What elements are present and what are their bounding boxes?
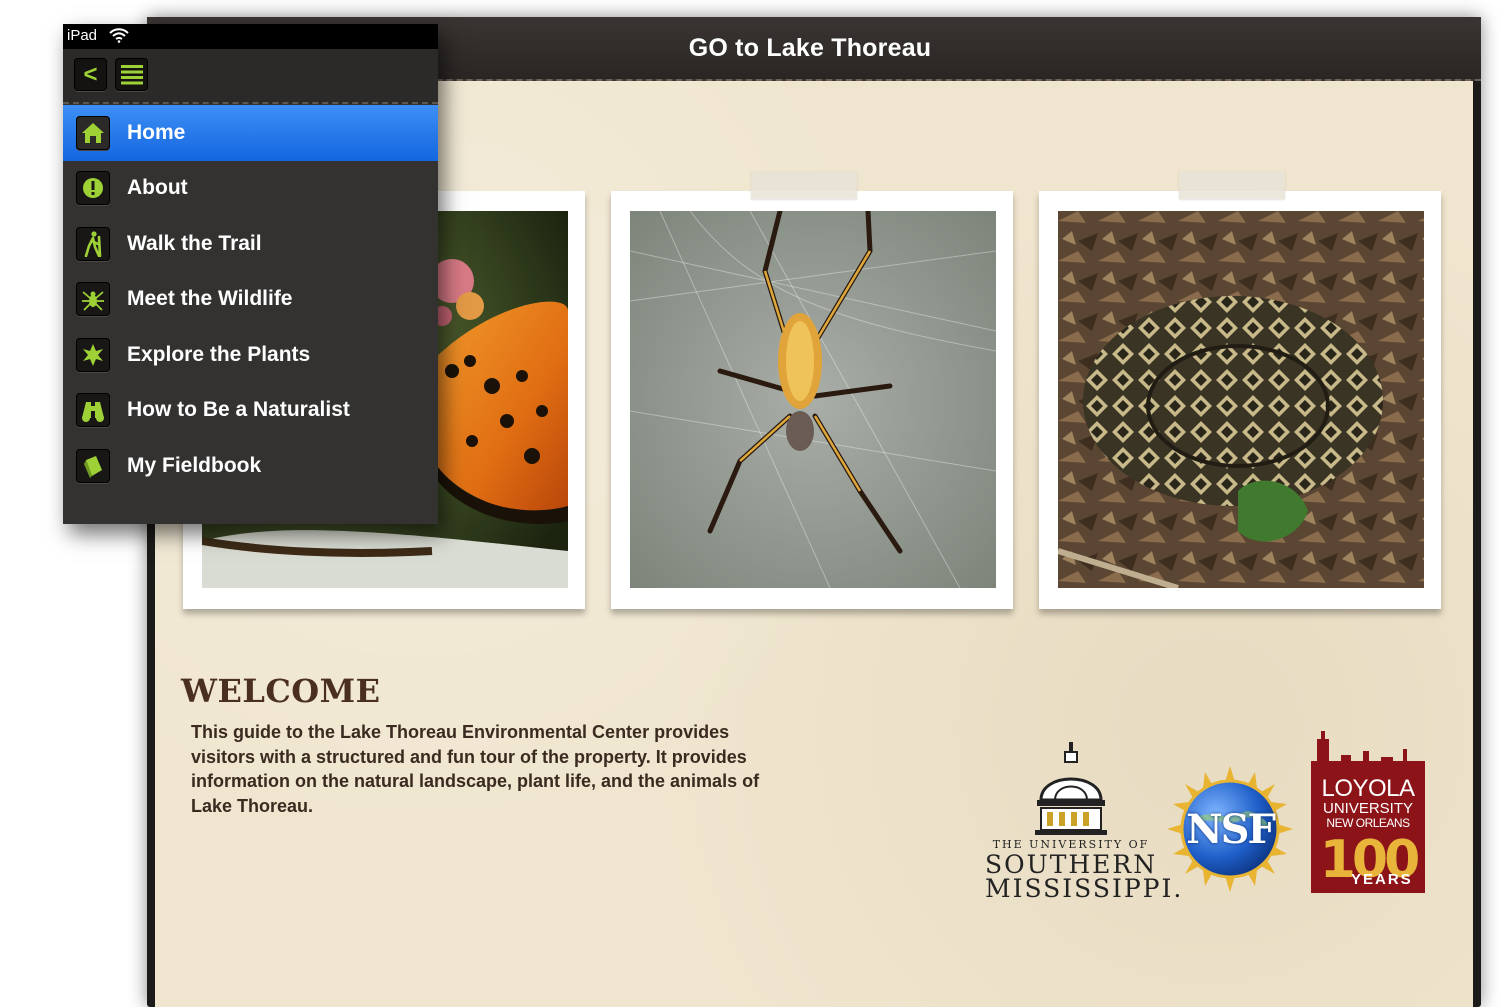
menu-item-explore-the-plants[interactable]: Explore the Plants xyxy=(63,327,438,383)
nsf-logo: NSF xyxy=(1167,766,1293,892)
menu-toggle-button[interactable] xyxy=(115,58,148,91)
book-icon xyxy=(76,448,110,483)
loyola-logo-line3: NEW ORLEANS xyxy=(1326,816,1410,830)
spider-icon xyxy=(76,282,110,317)
list-icon xyxy=(120,64,143,84)
menu-item-label: Meet the Wildlife xyxy=(127,287,293,311)
menu-item-label: About xyxy=(127,176,188,200)
photo-card-rattlesnake[interactable] xyxy=(1039,171,1441,609)
menu-item-meet-the-wildlife[interactable]: Meet the Wildlife xyxy=(63,272,438,328)
binoculars-icon xyxy=(76,393,110,428)
welcome-description: This guide to the Lake Thoreau Environme… xyxy=(191,722,760,816)
skyline-icon xyxy=(1311,731,1425,777)
loyola-logo-line1: LOYOLA xyxy=(1321,775,1415,802)
usm-logo-line3: MISSISSIPPI. xyxy=(985,874,1184,903)
wifi-icon xyxy=(109,28,129,43)
menu-item-label: Home xyxy=(127,120,186,144)
home-icon xyxy=(76,115,110,150)
menu-item-my-fieldbook[interactable]: My Fieldbook xyxy=(63,438,438,494)
menu-item-label: Walk the Trail xyxy=(127,231,262,255)
leaf-icon xyxy=(76,337,110,372)
menu-item-how-to-be-a-naturalist[interactable]: How to Be a Naturalist xyxy=(63,383,438,439)
tape-decoration xyxy=(751,171,857,199)
menu-toolbar: < xyxy=(63,49,438,104)
menu-item-label: Explore the Plants xyxy=(127,342,311,366)
hiker-icon xyxy=(76,226,110,261)
back-chevron-icon: < xyxy=(83,60,98,88)
loyola-logo-years: YEARS xyxy=(1351,871,1413,888)
side-menu: iPad < Home About Walk the Trail Meet th… xyxy=(63,24,438,524)
usm-logo: THE UNIVERSITY OF SOUTHERN MISSISSIPPI. xyxy=(985,742,1184,903)
rattlesnake-photo xyxy=(1058,211,1424,588)
tape-decoration xyxy=(1179,171,1285,199)
nsf-logo-text: NSF xyxy=(1186,806,1276,853)
menu-item-walk-the-trail[interactable]: Walk the Trail xyxy=(63,216,438,272)
status-bar: iPad xyxy=(63,24,438,49)
back-button[interactable]: < xyxy=(74,58,107,91)
spider-photo xyxy=(630,211,996,588)
loyola-logo-line2: UNIVERSITY xyxy=(1322,800,1413,817)
photo-card-spider[interactable] xyxy=(611,171,1013,609)
menu-item-label: My Fieldbook xyxy=(127,453,262,477)
menu-item-label: How to Be a Naturalist xyxy=(127,398,350,422)
welcome-heading: WELCOME xyxy=(181,672,381,710)
dome-icon xyxy=(1035,742,1107,835)
device-label: iPad xyxy=(67,27,98,44)
menu-list: Home About Walk the Trail Meet the Wildl… xyxy=(63,105,438,494)
menu-item-home[interactable]: Home xyxy=(63,105,438,161)
info-icon xyxy=(76,171,110,206)
loyola-logo: LOYOLA UNIVERSITY NEW ORLEANS 100 YEARS xyxy=(1311,731,1425,893)
menu-item-about[interactable]: About xyxy=(63,161,438,217)
